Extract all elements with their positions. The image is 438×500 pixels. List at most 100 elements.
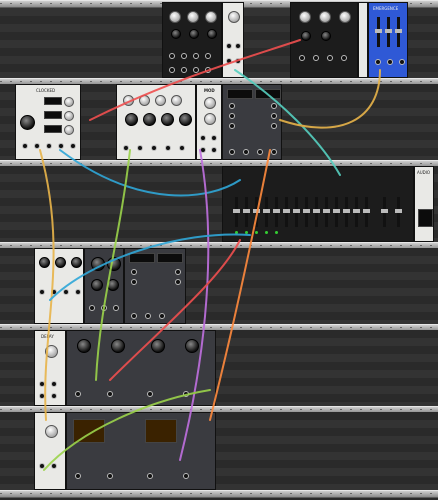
jack[interactable]: [131, 269, 137, 275]
jack[interactable]: [39, 463, 45, 469]
jack[interactable]: [159, 313, 165, 319]
knob[interactable]: [143, 113, 156, 126]
module-blue[interactable]: EMERGENCE: [368, 2, 408, 78]
jack[interactable]: [375, 59, 381, 65]
knob[interactable]: [228, 11, 240, 23]
jack[interactable]: [137, 145, 143, 151]
knob[interactable]: [155, 95, 166, 106]
knob[interactable]: [207, 29, 217, 39]
module-voices[interactable]: [66, 330, 216, 406]
jack[interactable]: [175, 279, 181, 285]
fader[interactable]: [313, 197, 320, 227]
jack[interactable]: [175, 269, 181, 275]
jack[interactable]: [327, 55, 333, 61]
jack[interactable]: [235, 43, 241, 49]
jack[interactable]: [39, 381, 45, 387]
jack[interactable]: [181, 53, 187, 59]
jack[interactable]: [107, 473, 113, 479]
jack[interactable]: [193, 53, 199, 59]
jack[interactable]: [151, 145, 157, 151]
jack[interactable]: [271, 113, 277, 119]
knob[interactable]: [321, 31, 331, 41]
knob[interactable]: [64, 97, 74, 107]
fader[interactable]: [253, 197, 260, 227]
jack[interactable]: [51, 381, 57, 387]
fader[interactable]: [233, 197, 240, 227]
jack[interactable]: [313, 55, 319, 61]
knob[interactable]: [185, 339, 199, 353]
fader[interactable]: [343, 197, 350, 227]
knob[interactable]: [71, 257, 82, 268]
jack[interactable]: [257, 149, 263, 155]
jack[interactable]: [271, 103, 277, 109]
jack[interactable]: [299, 55, 305, 61]
jack[interactable]: [145, 313, 151, 319]
knob[interactable]: [179, 113, 192, 126]
knob[interactable]: [151, 339, 165, 353]
jack[interactable]: [39, 393, 45, 399]
jack[interactable]: [101, 305, 107, 311]
knob[interactable]: [301, 31, 311, 41]
knob[interactable]: [64, 111, 74, 121]
jack[interactable]: [200, 147, 206, 153]
jack[interactable]: [179, 145, 185, 151]
jack[interactable]: [211, 147, 217, 153]
jack[interactable]: [226, 58, 232, 64]
knob[interactable]: [125, 113, 138, 126]
knob[interactable]: [107, 257, 121, 271]
knob[interactable]: [64, 125, 74, 135]
jack[interactable]: [123, 145, 129, 151]
module-audio[interactable]: AUDIO: [414, 166, 434, 242]
jack[interactable]: [75, 391, 81, 397]
knob[interactable]: [189, 29, 199, 39]
jack[interactable]: [169, 67, 175, 73]
knob[interactable]: [91, 257, 105, 271]
jack[interactable]: [271, 149, 277, 155]
knob[interactable]: [39, 257, 50, 268]
jack[interactable]: [169, 53, 175, 59]
jack[interactable]: [89, 305, 95, 311]
jack[interactable]: [113, 305, 119, 311]
jack[interactable]: [205, 67, 211, 73]
jack[interactable]: [70, 143, 76, 149]
jack[interactable]: [51, 463, 57, 469]
module-small-util[interactable]: [222, 2, 244, 78]
jack[interactable]: [34, 143, 40, 149]
jack[interactable]: [183, 391, 189, 397]
module-util-6[interactable]: [34, 412, 66, 490]
module-sequencer[interactable]: [116, 84, 196, 160]
knob[interactable]: [171, 29, 181, 39]
fader[interactable]: [385, 17, 392, 47]
fader[interactable]: [323, 197, 330, 227]
jack[interactable]: [229, 103, 235, 109]
module-osc[interactable]: [84, 248, 124, 324]
knob[interactable]: [169, 11, 181, 23]
knob[interactable]: [45, 345, 58, 358]
knob[interactable]: [20, 115, 35, 130]
jack[interactable]: [229, 113, 235, 119]
fader[interactable]: [303, 197, 310, 227]
jack[interactable]: [181, 67, 187, 73]
jack[interactable]: [51, 393, 57, 399]
knob[interactable]: [111, 339, 125, 353]
rack-workspace[interactable]: EMERGENCE CLOCKED MOD AUDIO DELAY: [0, 0, 438, 500]
knob[interactable]: [171, 95, 182, 106]
jack[interactable]: [58, 143, 64, 149]
module-envelope[interactable]: [34, 248, 84, 324]
module-mod[interactable]: MOD: [196, 84, 222, 160]
knob[interactable]: [45, 425, 58, 438]
fader[interactable]: [333, 197, 340, 227]
fader[interactable]: [263, 197, 270, 227]
module-clocked[interactable]: CLOCKED: [15, 84, 81, 160]
jack[interactable]: [131, 279, 137, 285]
fader[interactable]: [375, 17, 382, 47]
jack[interactable]: [235, 58, 241, 64]
jack[interactable]: [399, 59, 405, 65]
jack[interactable]: [39, 289, 45, 295]
jack[interactable]: [229, 123, 235, 129]
jack[interactable]: [205, 53, 211, 59]
jack[interactable]: [22, 143, 28, 149]
jack[interactable]: [183, 473, 189, 479]
knob[interactable]: [204, 113, 216, 125]
knob[interactable]: [204, 97, 216, 109]
